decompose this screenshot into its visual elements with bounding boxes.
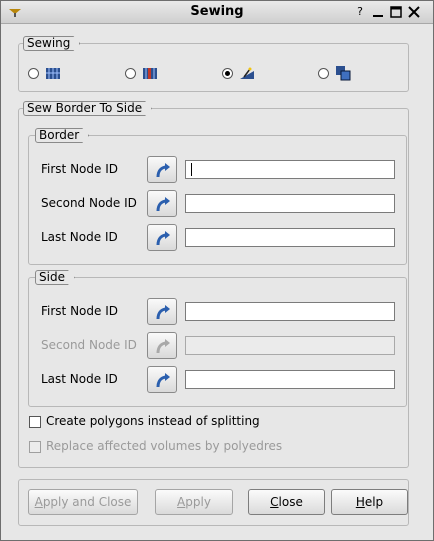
help-button[interactable]: Help [331, 489, 408, 515]
replace-volumes-checkbox[interactable] [29, 441, 41, 453]
maximize-icon[interactable] [389, 5, 403, 19]
border-second-node-select-button[interactable] [147, 190, 177, 217]
select-arrow-icon [156, 231, 170, 246]
border-first-node-label: First Node ID [41, 162, 118, 176]
select-arrow-icon [156, 373, 170, 388]
replace-volumes-label[interactable]: Replace affected volumes by polyedres [46, 439, 282, 453]
border-to-side-icon [240, 67, 254, 79]
side-first-node-input[interactable] [185, 302, 395, 321]
border-second-node-text[interactable] [186, 195, 394, 212]
border-last-node-label: Last Node ID [41, 230, 118, 244]
close-button[interactable]: Close [248, 489, 325, 515]
side-first-node-label: First Node ID [41, 304, 118, 318]
side-last-node-input[interactable] [185, 370, 395, 389]
sewing-group-legend: Sewing [23, 36, 80, 51]
free-borders-icon [46, 68, 60, 79]
select-arrow-icon [156, 163, 170, 178]
select-arrow-icon [156, 305, 170, 320]
side-second-node-text[interactable] [186, 337, 394, 354]
border-first-node-select-button[interactable] [147, 156, 177, 183]
side-last-node-text[interactable] [186, 371, 394, 388]
side-second-node-select-button[interactable] [147, 332, 177, 359]
apply-button[interactable]: Apply [155, 489, 233, 515]
title-bar[interactable]: Sewing ? [1, 1, 433, 24]
create-polygons-label[interactable]: Create polygons instead of splitting [46, 414, 260, 428]
side-elements-icon [336, 66, 351, 81]
create-polygons-checkbox[interactable] [29, 416, 41, 428]
radio-button[interactable] [318, 68, 329, 79]
select-arrow-icon [156, 339, 170, 354]
border-second-node-label: Second Node ID [41, 196, 137, 210]
border-last-node-select-button[interactable] [147, 224, 177, 251]
help-label: elp [364, 495, 384, 509]
side-group-legend: Side [35, 270, 75, 285]
border-first-node-input[interactable] [185, 160, 395, 179]
text-cursor [191, 163, 192, 176]
border-first-node-text[interactable] [186, 161, 394, 178]
side-last-node-label: Last Node ID [41, 372, 118, 386]
border-last-node-input[interactable] [185, 228, 395, 247]
border-last-node-text[interactable] [186, 229, 394, 246]
side-last-node-select-button[interactable] [147, 366, 177, 393]
apply-and-close-mnemonic: A [34, 495, 43, 509]
border-group-legend: Border [35, 128, 89, 143]
apply-label: pply [185, 495, 211, 509]
apply-and-close-button[interactable]: Apply and Close [28, 489, 138, 515]
side-second-node-input[interactable] [185, 336, 395, 355]
close-label: lose [278, 495, 303, 509]
side-first-node-select-button[interactable] [147, 298, 177, 325]
close-mnemonic: C [270, 495, 279, 509]
radio-button[interactable] [125, 68, 136, 79]
radio-button-checked[interactable] [222, 68, 233, 79]
sew-group-legend: Sew Border To Side [23, 101, 152, 116]
help-mnemonic: H [355, 495, 365, 509]
apply-and-close-label: pply and Close [42, 495, 132, 509]
minimize-icon[interactable] [371, 5, 385, 19]
window-title: Sewing [190, 4, 244, 19]
select-arrow-icon [156, 197, 170, 212]
border-second-node-input[interactable] [185, 194, 395, 213]
side-second-node-label: Second Node ID [41, 338, 137, 352]
side-first-node-text[interactable] [186, 303, 394, 320]
sewing-dialog: Sewing ? Sewing Sew Border To Side Borde… [0, 0, 434, 541]
close-icon[interactable] [407, 5, 421, 19]
conform-free-borders-icon [143, 68, 157, 79]
radio-button[interactable] [28, 68, 39, 79]
help-title-button[interactable]: ? [353, 5, 367, 19]
